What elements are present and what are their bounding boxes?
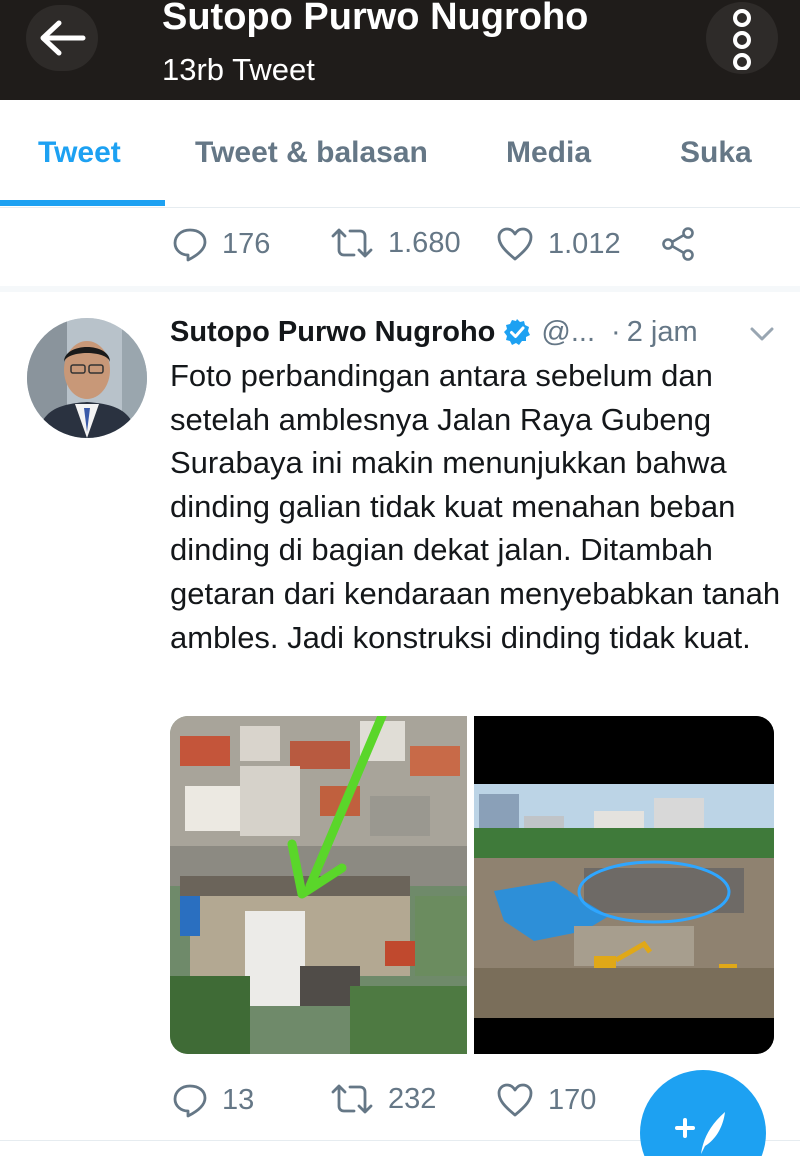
share-action[interactable] <box>660 226 696 262</box>
author-name[interactable]: Sutopo Purwo Nugroho <box>170 316 495 349</box>
separator-dot: · <box>611 315 621 348</box>
reply-count: 13 <box>222 1083 255 1116</box>
retweet-count: 232 <box>388 1082 437 1115</box>
tweet-photo-before[interactable] <box>170 716 467 1054</box>
reply-action[interactable]: 176 <box>172 226 270 262</box>
app-header: Sutopo Purwo Nugroho 13rb Tweet <box>0 0 800 100</box>
retweet-action[interactable]: 1.680 <box>330 226 461 260</box>
like-count: 170 <box>548 1083 597 1116</box>
tab-tweet[interactable]: Tweet <box>38 136 121 170</box>
tab-likes[interactable]: Suka <box>680 136 752 170</box>
author-avatar[interactable] <box>27 318 147 438</box>
verified-badge-icon <box>503 318 531 346</box>
author-handle[interactable]: @... <box>541 316 595 349</box>
tweet-text: Foto perbandingan antara sebelum dan set… <box>170 358 781 655</box>
back-button[interactable] <box>26 5 98 71</box>
like-count: 1.012 <box>548 227 621 260</box>
profile-tabs: Tweet Tweet & balasan Media Suka <box>0 100 800 208</box>
tweet-menu-button[interactable] <box>748 320 776 353</box>
tweet-author-line: Sutopo Purwo Nugroho @... · 2 jam <box>170 312 698 352</box>
chevron-down-icon <box>750 327 774 341</box>
heart-icon <box>496 226 534 262</box>
profile-title: Sutopo Purwo Nugroho <box>162 0 589 38</box>
heart-icon <box>496 1082 534 1118</box>
reply-icon <box>172 1082 208 1118</box>
tab-tweet-replies[interactable]: Tweet & balasan <box>195 136 428 170</box>
tweet-time[interactable]: 2 jam <box>627 316 698 349</box>
like-action[interactable]: 1.012 <box>496 226 621 262</box>
share-icon <box>660 226 696 262</box>
more-options-button[interactable] <box>706 2 778 74</box>
retweet-action[interactable]: 232 <box>330 1082 436 1116</box>
active-tab-indicator <box>0 200 165 206</box>
reply-icon <box>172 226 208 262</box>
reply-count: 176 <box>222 227 271 260</box>
tab-media[interactable]: Media <box>506 136 591 170</box>
previous-tweet-actions: 176 1.680 1.012 <box>0 208 800 288</box>
tweet-photo-after[interactable] <box>474 716 774 1054</box>
retweet-icon <box>330 226 374 260</box>
retweet-count: 1.680 <box>388 226 461 259</box>
retweet-icon <box>330 1082 374 1116</box>
arrow-left-icon <box>40 20 86 56</box>
tweet-count: 13rb Tweet <box>162 52 315 87</box>
tweet-divider <box>0 286 800 292</box>
more-vertical-icon <box>733 9 751 70</box>
reply-action[interactable]: 13 <box>172 1082 254 1118</box>
compose-tweet-icon <box>675 1112 725 1154</box>
like-action[interactable]: 170 <box>496 1082 596 1118</box>
